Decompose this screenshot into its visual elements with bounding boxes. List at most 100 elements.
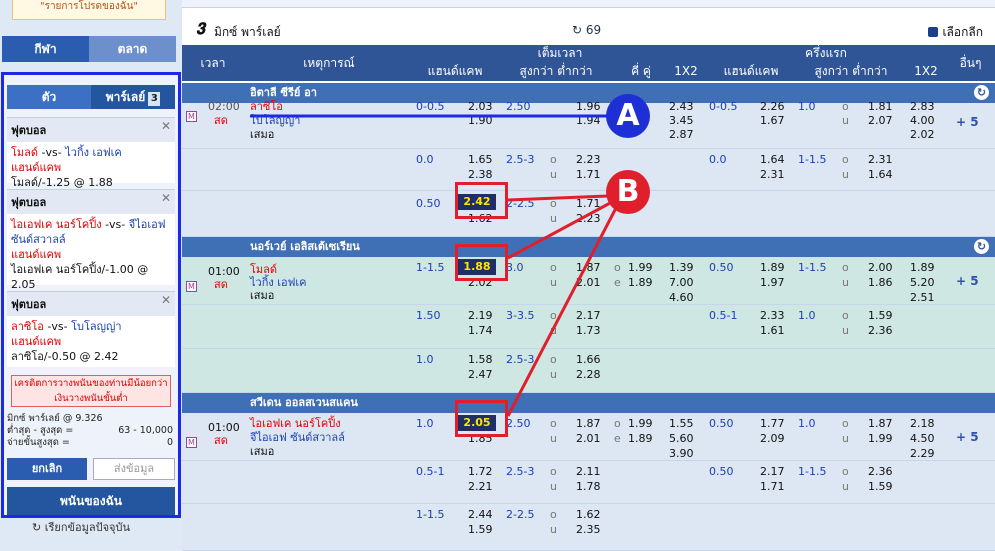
- more-markets-link[interactable]: + 5: [956, 430, 979, 444]
- fh-hdp-away[interactable]: 1.97: [760, 276, 785, 290]
- more-markets-link[interactable]: + 5: [956, 274, 979, 288]
- fh-under[interactable]: 1.64: [868, 168, 893, 182]
- close-icon[interactable]: ✕: [161, 293, 171, 307]
- ft-odd[interactable]: 1.99: [628, 261, 653, 275]
- ft-1x2-away[interactable]: 4.60: [669, 291, 694, 305]
- ft-over[interactable]: 1.71: [576, 197, 601, 211]
- fh-1x2-home[interactable]: 1.89: [910, 261, 935, 275]
- fh-hdp-home[interactable]: 2.33: [760, 309, 785, 323]
- tab-markets[interactable]: ตลาด: [89, 36, 176, 62]
- fh-over[interactable]: 2.36: [868, 465, 893, 479]
- ft-over[interactable]: 1.66: [576, 353, 601, 367]
- refresh-count[interactable]: ↻ 69: [572, 23, 601, 37]
- ft-hdp-home[interactable]: 1.58: [468, 353, 493, 367]
- fh-hdp-home[interactable]: 1.64: [760, 153, 785, 167]
- ft-under[interactable]: 1.78: [576, 480, 601, 494]
- fh-hdp-home[interactable]: 1.89: [760, 261, 785, 275]
- ft-under[interactable]: 2.01: [576, 276, 601, 290]
- ft-under[interactable]: 2.28: [576, 368, 601, 382]
- submit-button[interactable]: ส่งข้อมูล: [93, 458, 175, 480]
- fh-under[interactable]: 1.86: [868, 276, 893, 290]
- close-icon[interactable]: ✕: [161, 191, 171, 205]
- refresh-data-link[interactable]: ↻ เรียกข้อมูลปัจจุบัน: [32, 518, 130, 536]
- ft-under[interactable]: 2.23: [576, 212, 601, 226]
- bet-team-a: โมลด์: [11, 146, 39, 159]
- fh-over[interactable]: 1.87: [868, 417, 893, 431]
- ft-odd[interactable]: 1.99: [628, 417, 653, 431]
- fh-hdp-home[interactable]: 2.17: [760, 465, 785, 479]
- ft-hdp-home[interactable]: 2.03: [468, 100, 493, 114]
- ft-hdp-away[interactable]: 1.74: [468, 324, 493, 338]
- ft-over[interactable]: 2.23: [576, 153, 601, 167]
- fh-over[interactable]: 1.81: [868, 100, 893, 114]
- fh-1x2-home[interactable]: 2.18: [910, 417, 935, 431]
- ft-1x2-draw[interactable]: 5.60: [669, 432, 694, 446]
- ft-under[interactable]: 1.94: [576, 114, 601, 128]
- tab-single[interactable]: ตัว: [7, 85, 91, 109]
- fh-hdp-away[interactable]: 1.61: [760, 324, 785, 338]
- ft-hdp-away[interactable]: 2.47: [468, 368, 493, 382]
- ft-hdp-home[interactable]: 2.19: [468, 309, 493, 323]
- cancel-button[interactable]: ยกเลิก: [7, 458, 87, 480]
- fh-1x2-draw[interactable]: 4.00: [910, 114, 935, 128]
- fh-1x2-home[interactable]: 2.83: [910, 100, 935, 114]
- refresh-icon[interactable]: ↻: [974, 239, 989, 254]
- ft-even[interactable]: 1.89: [628, 432, 653, 446]
- ft-under[interactable]: 1.73: [576, 324, 601, 338]
- ft-hdp-away[interactable]: 2.38: [468, 168, 493, 182]
- fh-under[interactable]: 2.36: [868, 324, 893, 338]
- ft-under[interactable]: 2.35: [576, 523, 601, 537]
- ft-1x2-home[interactable]: 2.43: [669, 100, 694, 114]
- ft-1x2-away[interactable]: 2.87: [669, 128, 694, 142]
- fh-over[interactable]: 1.59: [868, 309, 893, 323]
- fh-under[interactable]: 2.07: [868, 114, 893, 128]
- ft-1x2-away[interactable]: 3.90: [669, 447, 694, 461]
- ft-1x2-draw[interactable]: 3.45: [669, 114, 694, 128]
- fh-over[interactable]: 2.00: [868, 261, 893, 275]
- multi-screen-icon[interactable]: M: [186, 435, 197, 449]
- fh-hdp-away[interactable]: 2.31: [760, 168, 785, 182]
- fh-under[interactable]: 1.59: [868, 480, 893, 494]
- fh-hdp-away[interactable]: 1.71: [760, 480, 785, 494]
- tab-parlay[interactable]: พาร์เลย์ 3: [91, 85, 175, 109]
- ft-hdp-home[interactable]: 1.72: [468, 465, 493, 479]
- ft-even[interactable]: 1.89: [628, 276, 653, 290]
- multi-screen-icon[interactable]: M: [186, 109, 197, 123]
- fh-1x2-away[interactable]: 2.29: [910, 447, 935, 461]
- fh-hdp-home[interactable]: 2.26: [760, 100, 785, 114]
- fh-1x2-away[interactable]: 2.02: [910, 128, 935, 142]
- ft-hdp-away[interactable]: 1.90: [468, 114, 493, 128]
- ft-under[interactable]: 2.01: [576, 432, 601, 446]
- ft-hdp-away[interactable]: 2.21: [468, 480, 493, 494]
- ft-1x2-home[interactable]: 1.39: [669, 261, 694, 275]
- fh-hdp-home[interactable]: 1.77: [760, 417, 785, 431]
- refresh-icon[interactable]: ↻: [974, 85, 989, 100]
- select-league-button[interactable]: เลือกลีก: [928, 23, 983, 42]
- ft-over[interactable]: 1.87: [576, 261, 601, 275]
- ft-over[interactable]: 1.96: [576, 100, 601, 114]
- bet-team-a: ไอเอฟเค นอร์โคปิ้ง: [11, 218, 102, 231]
- multi-screen-icon[interactable]: M: [186, 279, 197, 293]
- more-markets-link[interactable]: + 5: [956, 115, 979, 129]
- close-icon[interactable]: ✕: [161, 119, 171, 133]
- fh-hdp-line: 0.5-1: [709, 309, 738, 322]
- tab-sports[interactable]: กีฬา: [2, 36, 89, 62]
- ft-hdp-home[interactable]: 1.65: [468, 153, 493, 167]
- ft-over[interactable]: 2.11: [576, 465, 601, 479]
- ft-hdp-away[interactable]: 1.59: [468, 523, 493, 537]
- ft-1x2-draw[interactable]: 7.00: [669, 276, 694, 290]
- fh-under[interactable]: 1.99: [868, 432, 893, 446]
- fh-1x2-away[interactable]: 2.51: [910, 291, 935, 305]
- my-bets-button[interactable]: พนันของฉัน: [7, 487, 175, 515]
- fh-over[interactable]: 2.31: [868, 153, 893, 167]
- ft-over[interactable]: 1.62: [576, 508, 601, 522]
- fh-1x2-draw[interactable]: 5.20: [910, 276, 935, 290]
- ft-1x2-home[interactable]: 1.55: [669, 417, 694, 431]
- ft-over[interactable]: 1.87: [576, 417, 601, 431]
- fh-1x2-draw[interactable]: 4.50: [910, 432, 935, 446]
- ft-under[interactable]: 1.71: [576, 168, 601, 182]
- fh-hdp-away[interactable]: 2.09: [760, 432, 785, 446]
- ft-hdp-home[interactable]: 2.44: [468, 508, 493, 522]
- ft-over[interactable]: 2.17: [576, 309, 601, 323]
- fh-hdp-away[interactable]: 1.67: [760, 114, 785, 128]
